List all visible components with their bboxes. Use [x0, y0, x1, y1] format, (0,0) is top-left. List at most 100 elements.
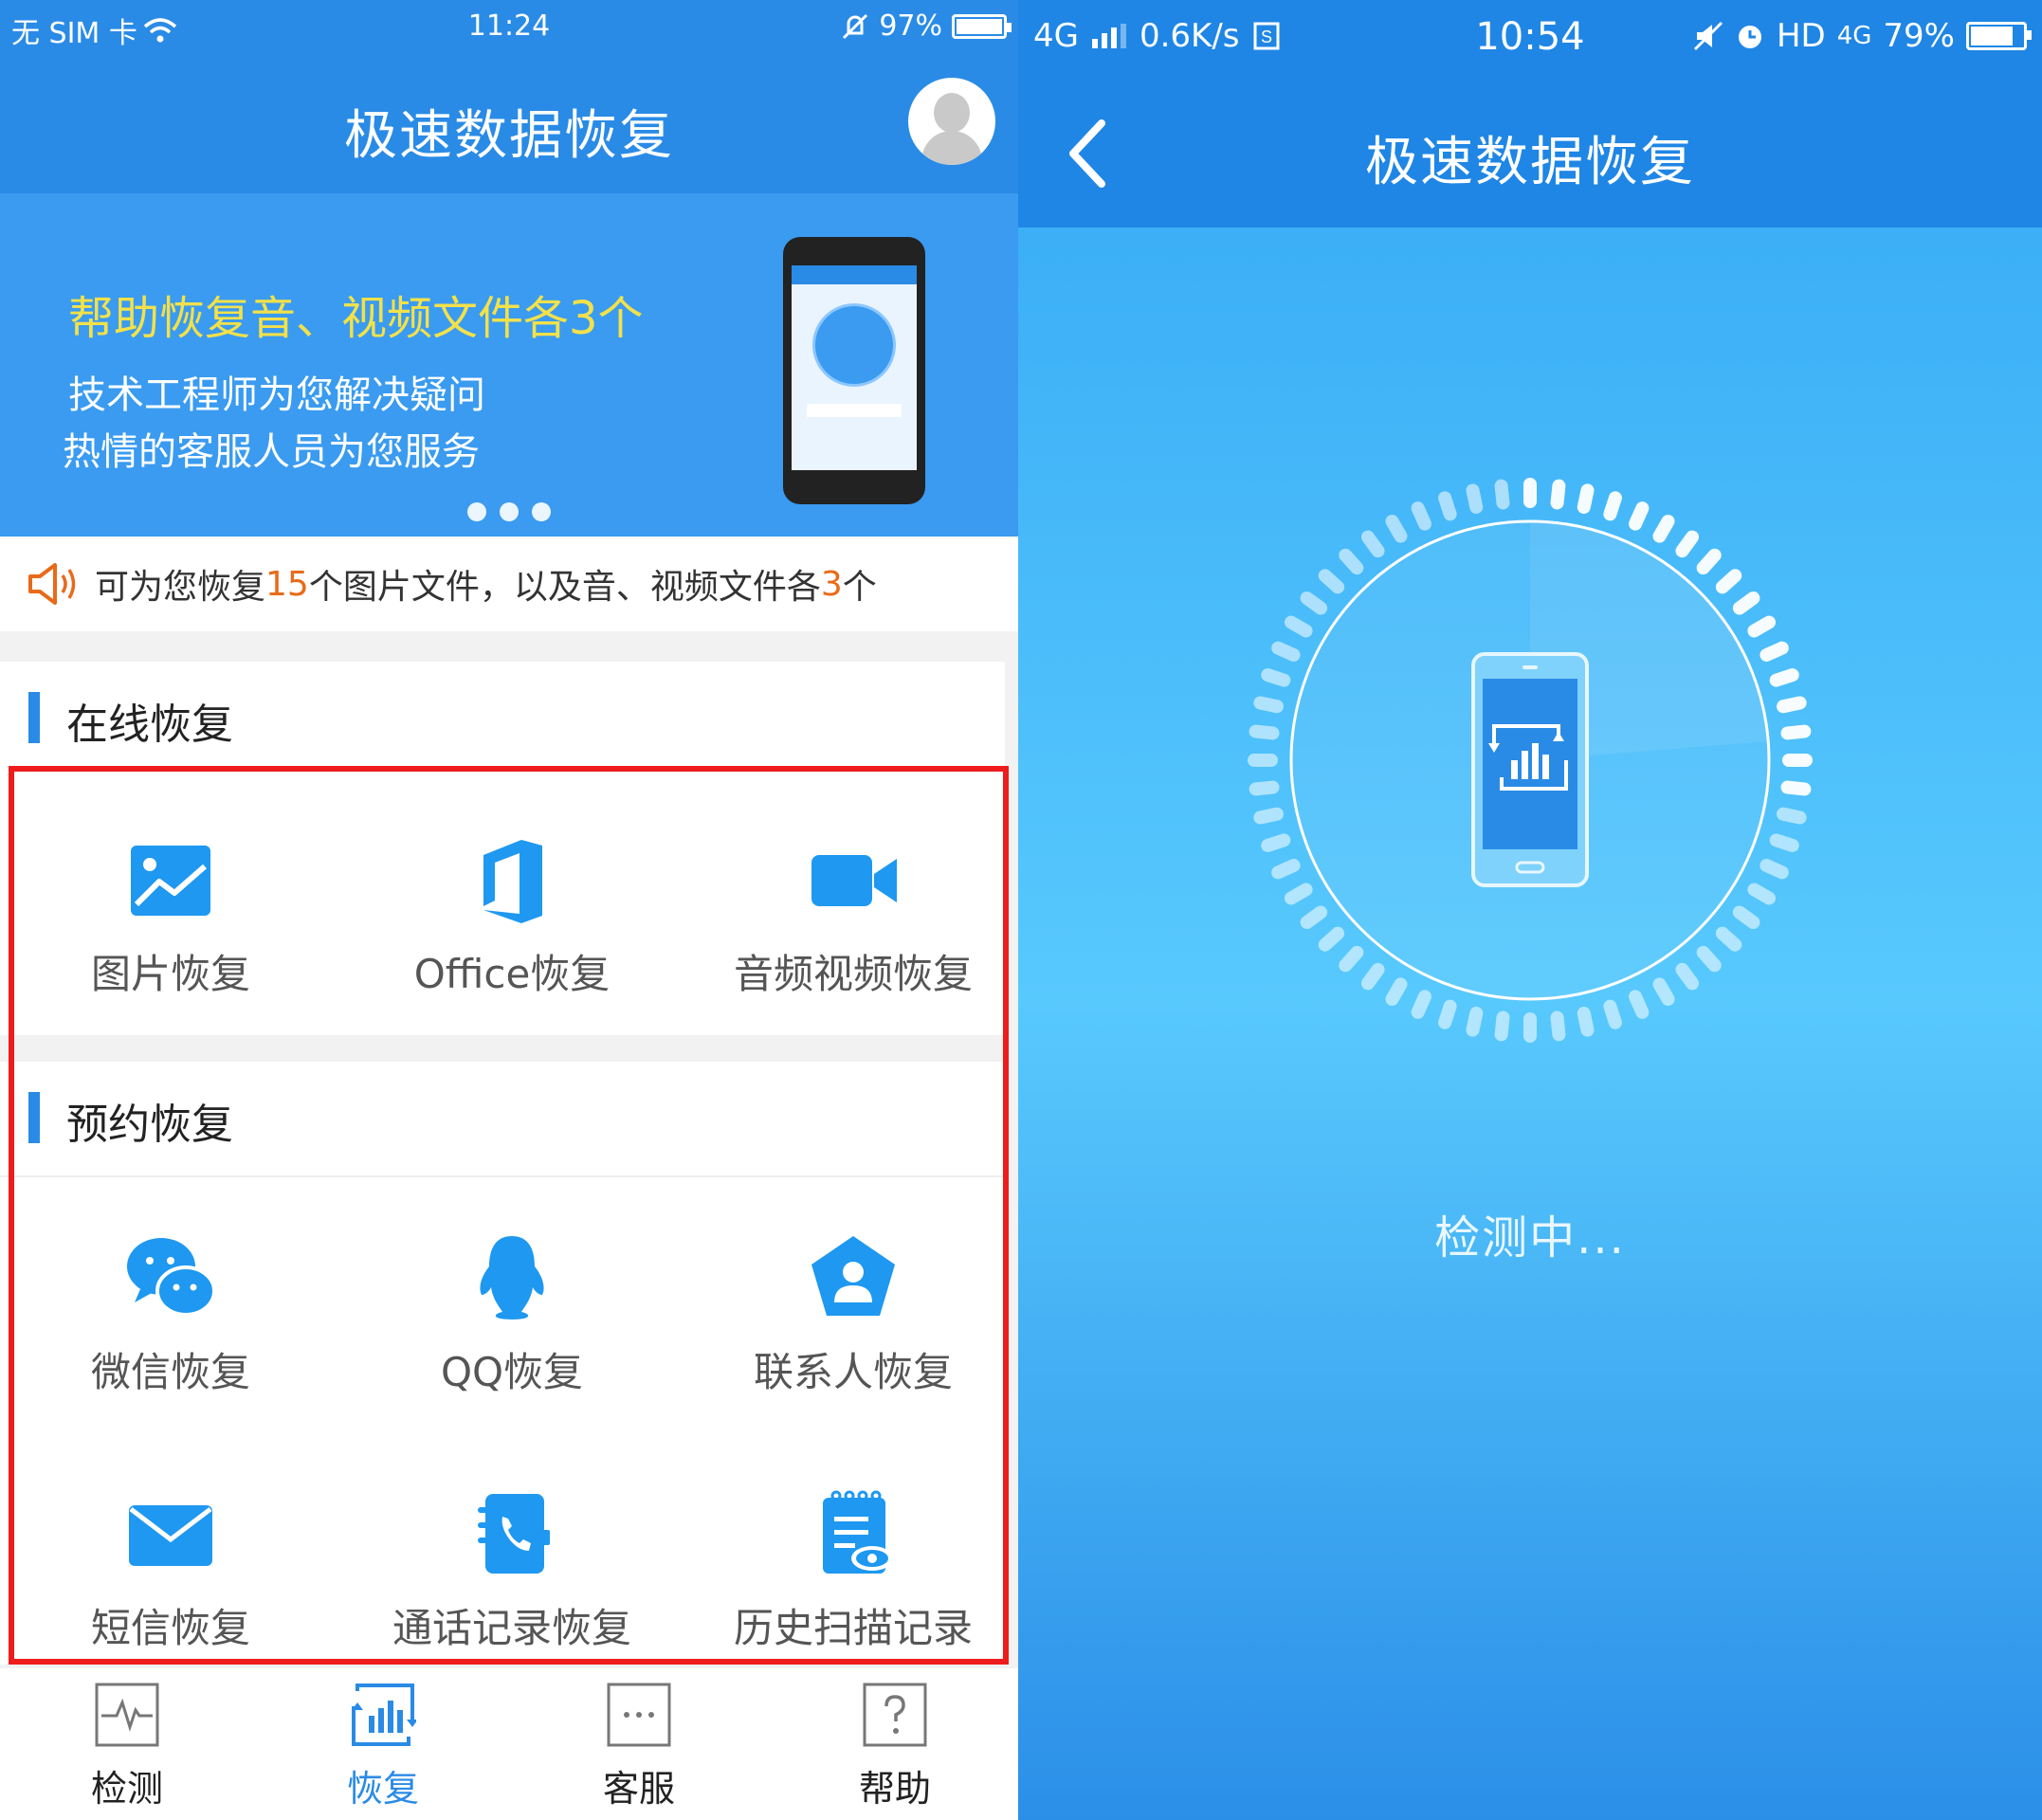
phone-book-icon	[478, 1494, 550, 1574]
progress-tick	[1248, 754, 1278, 767]
progress-tick	[1411, 990, 1431, 1019]
banner-line-2: 热情的客服人员为您服务	[63, 430, 480, 474]
tab-label: 客服	[602, 1768, 675, 1810]
notice-bar: 可为您恢复 15 个图片文件，以及音、视频文件各 3 个	[0, 537, 1018, 631]
tab-label: 恢复	[346, 1768, 419, 1810]
online-section-header: 在线恢复	[0, 662, 1005, 768]
progress-tick	[1675, 962, 1700, 991]
progress-tick	[1777, 696, 1807, 714]
progress-tick	[1550, 479, 1566, 510]
progress-tick	[1523, 1012, 1537, 1043]
progress-tick	[1652, 514, 1675, 543]
progress-tick	[1769, 833, 1799, 852]
pager-dot[interactable]	[467, 502, 486, 521]
hd-label: HD	[1776, 17, 1826, 55]
progress-tick	[1732, 591, 1760, 615]
progress-tick	[1438, 491, 1457, 521]
progress-tick	[1777, 807, 1807, 825]
image-recovery-button[interactable]: 图片恢复	[0, 834, 341, 1000]
item-label: Office恢复	[413, 951, 611, 997]
item-label: 图片恢复	[90, 951, 250, 997]
alarm-icon	[1738, 26, 1761, 48]
item-label: 微信恢复	[90, 1349, 250, 1395]
qq-penguin-icon	[480, 1236, 544, 1320]
battery-icon	[1966, 22, 2032, 50]
network-label-2: 4G	[1836, 22, 1872, 50]
contact-recovery-button[interactable]: 联系人恢复	[683, 1232, 1018, 1398]
progress-tick	[1249, 780, 1280, 796]
tab-label: 检测	[90, 1768, 163, 1810]
progress-tick	[1339, 945, 1364, 973]
tab-label: 帮助	[858, 1768, 931, 1810]
item-label: 音频视频恢复	[733, 951, 973, 997]
progress-tick	[1732, 905, 1760, 930]
progress-tick	[1360, 962, 1385, 991]
progress-tick	[1782, 754, 1813, 767]
banner-pager[interactable]	[0, 502, 1018, 521]
wechat-icon	[127, 1238, 216, 1317]
tab-help[interactable]: 帮助	[800, 1682, 990, 1811]
progress-tick	[1385, 514, 1408, 543]
bottom-tab-bar: 检测 恢复 客服 帮助	[0, 1668, 1018, 1820]
progress-tick	[1284, 615, 1313, 638]
tab-service[interactable]: 客服	[544, 1682, 734, 1811]
pager-dot[interactable]	[500, 502, 519, 521]
envelope-icon	[129, 1505, 212, 1566]
banner-headline: 帮助恢复音、视频文件各3个	[68, 292, 644, 345]
progress-tick	[1284, 883, 1313, 905]
progress-tick	[1603, 491, 1622, 521]
title-bar: 极速数据恢复	[0, 57, 1018, 193]
progress-tick	[1715, 926, 1742, 952]
scan-progress-ring	[1248, 478, 1813, 1043]
mute-icon	[843, 13, 868, 39]
call-log-recovery-button[interactable]: 通话记录恢复	[341, 1488, 683, 1654]
avatar[interactable]	[908, 78, 995, 165]
progress-tick	[1411, 501, 1431, 531]
progress-tick	[1271, 641, 1301, 662]
progress-tick	[1249, 724, 1280, 740]
banner-line-1: 技术工程师为您解决疑问	[68, 373, 485, 417]
help-icon	[863, 1683, 927, 1747]
progress-tick	[1300, 905, 1328, 930]
promo-banner[interactable]: 帮助恢复音、视频文件各3个 技术工程师为您解决疑问 热情的客服人员为您服务	[0, 193, 1018, 537]
progress-tick	[1466, 1007, 1484, 1037]
progress-tick	[1696, 548, 1722, 575]
phone-illustration	[783, 237, 925, 504]
qq-recovery-button[interactable]: QQ恢复	[341, 1232, 683, 1398]
battery-icon	[952, 13, 1012, 39]
sms-recovery-button[interactable]: 短信恢复	[0, 1488, 341, 1654]
pulse-icon	[95, 1683, 159, 1747]
scan-history-button[interactable]: 历史扫描记录	[683, 1488, 1018, 1654]
phone-scan-icon	[1471, 652, 1589, 887]
left-screen: 无 SIM 卡 11:24 97% 极速数据恢复 帮助恢复音、视频文件各3个 技…	[0, 0, 1018, 1820]
progress-tick	[1629, 501, 1650, 531]
pager-dot[interactable]	[532, 502, 551, 521]
page-title: 极速数据恢复	[344, 105, 674, 167]
progress-tick	[1603, 999, 1622, 1029]
status-bar: 4G 0.6K/s S 10:54 HD 4G 79%	[1018, 0, 2042, 72]
booking-section-header: 预约恢复	[0, 1062, 1005, 1177]
media-recovery-button[interactable]: 音频视频恢复	[683, 834, 1018, 1000]
restore-chart-icon	[352, 1684, 418, 1746]
office-recovery-button[interactable]: Office恢复	[341, 834, 683, 1000]
progress-tick	[1318, 569, 1345, 594]
wechat-recovery-button[interactable]: 微信恢复	[0, 1232, 341, 1398]
tab-restore[interactable]: 恢复	[288, 1682, 478, 1811]
progress-tick	[1253, 807, 1284, 825]
progress-tick	[1780, 724, 1812, 740]
mute-icon	[1693, 21, 1723, 51]
item-label: 联系人恢复	[753, 1349, 953, 1395]
progress-tick	[1577, 1007, 1595, 1037]
page-title: 极速数据恢复	[1365, 132, 1695, 193]
chat-dots-icon	[607, 1683, 671, 1747]
progress-tick	[1550, 1010, 1566, 1042]
progress-tick	[1360, 530, 1385, 558]
progress-tick	[1629, 990, 1650, 1019]
tab-detect[interactable]: 检测	[32, 1682, 222, 1811]
item-label: 通话记录恢复	[392, 1605, 631, 1651]
video-camera-icon	[811, 855, 897, 906]
progress-tick	[1253, 696, 1284, 714]
progress-tick	[1318, 926, 1345, 952]
title-bar: 极速数据恢复	[1018, 72, 2042, 228]
progress-tick	[1300, 591, 1328, 615]
